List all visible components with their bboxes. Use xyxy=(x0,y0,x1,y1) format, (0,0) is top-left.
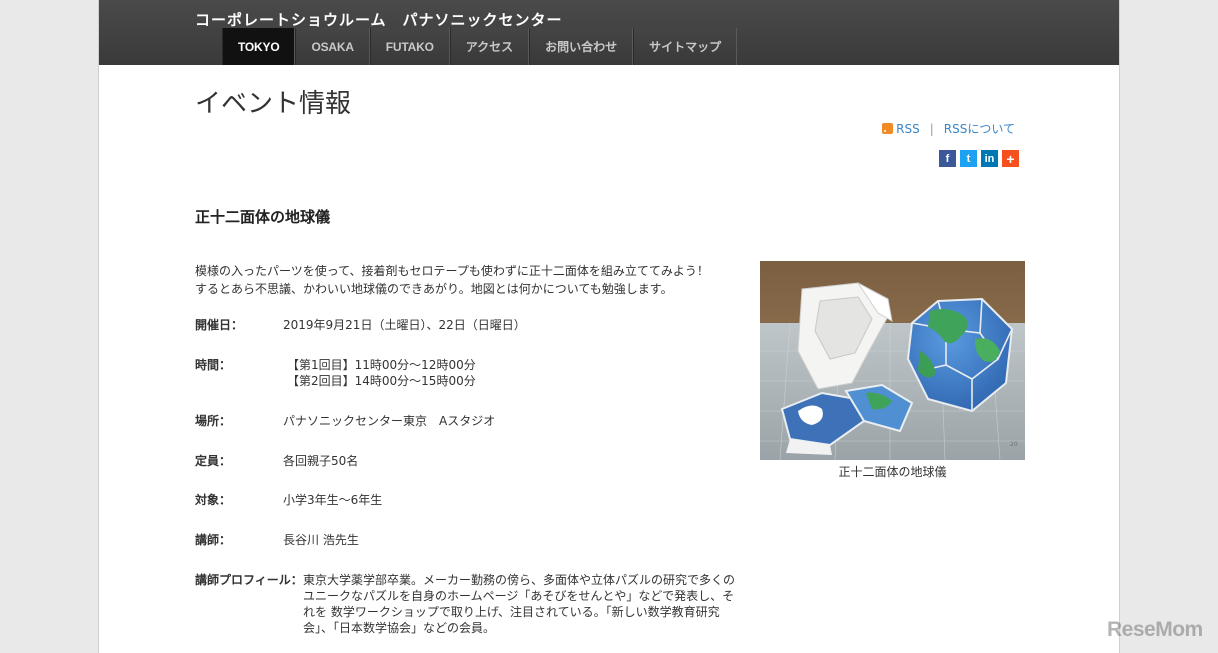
share-buttons: f t in + xyxy=(939,150,1019,167)
svg-text:20: 20 xyxy=(1010,441,1018,448)
nav-tab-tokyo[interactable]: TOKYO xyxy=(222,28,296,65)
photo-caption: 正十二面体の地球儀 xyxy=(838,465,947,479)
target-label: 対象： xyxy=(195,493,232,507)
date-label: 開催日： xyxy=(195,318,244,332)
page-container: コーポレートショウルーム パナソニックセンター TOKYO OSAKA FUTA… xyxy=(98,0,1120,653)
profile-label: 講師プロフィール： xyxy=(195,573,303,587)
intro-line-2: するとあら不思議、かわいい地球儀のできあがり。地図とは何かについても勉強します。 xyxy=(195,282,673,296)
profile-value: 東京大学薬学部卒業。メーカー勤務の傍ら、多面体や立体パズルの研究で多くのユニーク… xyxy=(303,573,736,635)
place-label: 場所： xyxy=(195,414,232,428)
rss-bar: RSS | RSSについて xyxy=(882,120,1015,137)
nav-tab-osaka[interactable]: OSAKA xyxy=(295,28,370,65)
nav-tab-sitemap[interactable]: サイトマップ xyxy=(633,28,738,65)
dodecahedron-globe-photo: 20 xyxy=(760,261,1025,460)
nav-tab-futako[interactable]: FUTAKO xyxy=(369,28,450,65)
nav-tab-access[interactable]: アクセス xyxy=(449,28,530,65)
intro-line-1: 模様の入ったパーツを使って、接着剤もセロテープも使わずに正十二面体を組み立ててみ… xyxy=(195,264,709,278)
time-value-1: 【第1回目】11時00分～12時00分 xyxy=(287,358,476,372)
lecturer-value: 長谷川 浩先生 xyxy=(283,533,359,547)
event-title: 正十二面体の地球儀 xyxy=(195,208,331,226)
capacity-label: 定員： xyxy=(195,454,232,468)
event-photo: 20 xyxy=(760,261,1025,460)
site-title[interactable]: コーポレートショウルーム パナソニックセンター xyxy=(195,9,563,30)
capacity-value: 各回親子50名 xyxy=(283,454,359,468)
date-value: 2019年9月21日（土曜日）、22日（日曜日） xyxy=(283,318,526,332)
rss-link[interactable]: RSS xyxy=(896,122,920,136)
nav-tab-contact[interactable]: お問い合わせ xyxy=(529,28,634,65)
lecturer-label: 講師： xyxy=(195,533,232,547)
facebook-icon[interactable]: f xyxy=(939,150,956,167)
about-rss-link[interactable]: RSSについて xyxy=(944,120,1015,137)
main-nav: TOKYO OSAKA FUTAKO アクセス お問い合わせ サイトマップ xyxy=(222,28,738,65)
resemom-watermark: ReseMom xyxy=(1107,618,1203,641)
time-label: 時間： xyxy=(195,358,232,372)
rss-separator: | xyxy=(929,121,934,136)
target-value: 小学3年生～6年生 xyxy=(283,493,383,507)
place-value: パナソニックセンター東京 Aスタジオ xyxy=(283,414,496,428)
time-value-2: 【第2回目】14時00分～15時00分 xyxy=(287,374,476,388)
plus-icon[interactable]: + xyxy=(1002,150,1019,167)
page-title: イベント情報 xyxy=(195,89,352,119)
event-intro: 模様の入ったパーツを使って、接着剤もセロテープも使わずに正十二面体を組み立ててみ… xyxy=(195,262,735,298)
linkedin-icon[interactable]: in xyxy=(981,150,998,167)
rss-icon[interactable] xyxy=(882,123,894,134)
twitter-icon[interactable]: t xyxy=(960,150,977,167)
site-header: コーポレートショウルーム パナソニックセンター TOKYO OSAKA FUTA… xyxy=(99,0,1119,65)
